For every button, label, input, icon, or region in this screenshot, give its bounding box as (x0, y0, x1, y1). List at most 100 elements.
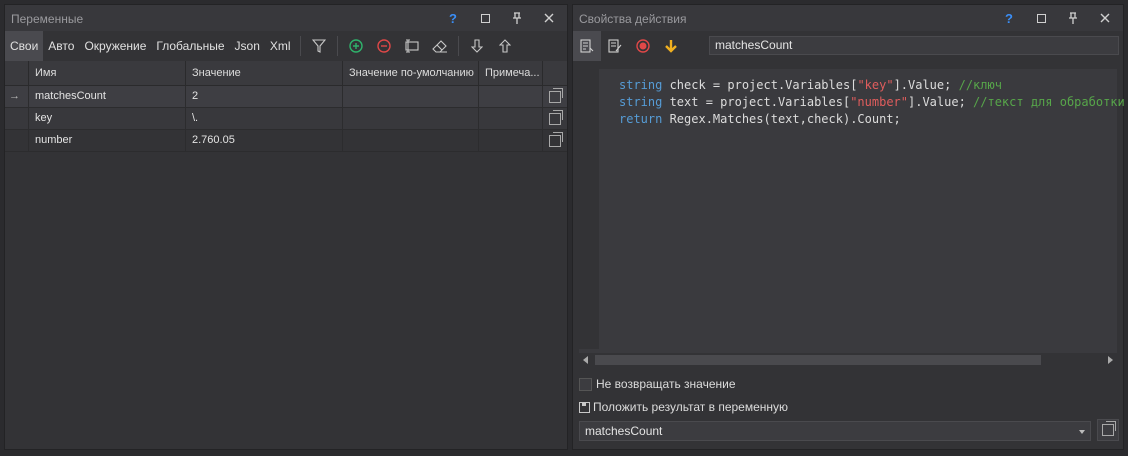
code-token: check = project.Variables[ (662, 78, 858, 92)
document-edit-icon (608, 39, 622, 53)
action-properties-title: Свойства действия (579, 12, 687, 26)
variable-default-cell[interactable] (343, 108, 479, 129)
code-token: //ключ (958, 78, 1002, 92)
row-marker (5, 130, 29, 151)
close-button[interactable] (1089, 5, 1121, 31)
scroll-left-icon[interactable] (583, 356, 588, 364)
code-token: "key" (857, 78, 894, 92)
variable-name-cell[interactable]: number (29, 130, 186, 151)
column-header-default[interactable]: Значение по-умолчанию (343, 61, 479, 85)
arrow-up-icon (498, 39, 511, 53)
scroll-right-icon[interactable] (1108, 356, 1113, 364)
grid-header: Имя Значение Значение по-умолчанию Приме… (5, 61, 567, 86)
code-token: "number" (850, 95, 908, 109)
remove-circle-icon (376, 39, 391, 53)
variables-grid: Имя Значение Значение по-умолчанию Приме… (5, 61, 567, 152)
scrollbar-thumb[interactable] (595, 355, 1041, 365)
rename-icon (404, 39, 419, 53)
code-line[interactable]: string text = project.Variables["number"… (619, 94, 1125, 111)
variable-name-cell[interactable]: matchesCount (29, 86, 186, 107)
tab-global[interactable]: Глобальные (151, 31, 229, 61)
table-row[interactable]: number 2.760.05 (5, 130, 567, 152)
close-button[interactable] (533, 5, 565, 31)
variable-picker-button[interactable] (1097, 419, 1119, 441)
rename-variable-button[interactable] (398, 31, 426, 61)
variable-default-cell[interactable] (343, 86, 479, 107)
breakpoint-button[interactable] (629, 31, 657, 61)
code-token: return (619, 112, 663, 126)
tab-json[interactable]: Json (230, 31, 265, 61)
arrow-down-icon (470, 39, 483, 53)
record-icon (636, 39, 650, 53)
result-variable-select[interactable]: matchesCount (579, 421, 1091, 441)
horizontal-scrollbar[interactable] (579, 353, 1117, 367)
tab-environment[interactable]: Окружение (79, 31, 151, 61)
action-edit-button[interactable] (601, 31, 629, 61)
step-into-button[interactable] (657, 31, 685, 61)
no-return-label: Не возвращать значение (596, 377, 736, 391)
tab-xml[interactable]: Xml (265, 31, 296, 61)
variables-titlebar: Переменные ? (5, 5, 567, 31)
pin-button[interactable] (501, 5, 533, 31)
editor-gutter (579, 69, 599, 349)
remove-variable-button[interactable] (370, 31, 398, 61)
column-header-note[interactable]: Примеча... (479, 61, 543, 85)
no-return-checkbox[interactable] (579, 377, 592, 391)
maximize-button[interactable] (1025, 5, 1057, 31)
variable-value-cell[interactable]: \. (186, 108, 343, 129)
variable-note-cell[interactable] (479, 108, 543, 129)
variable-note-cell[interactable] (479, 130, 543, 151)
variable-default-cell[interactable] (343, 130, 479, 151)
action-toolbar: matchesCount (573, 31, 1123, 61)
variable-note-cell[interactable] (479, 86, 543, 107)
toolbar-divider (457, 36, 459, 56)
variable-value-cell[interactable]: 2.760.05 (186, 130, 343, 151)
pin-icon (1069, 12, 1077, 24)
table-row[interactable]: key \. (5, 108, 567, 130)
row-marker (5, 108, 29, 129)
toolbar-divider (336, 36, 338, 56)
maximize-icon (480, 13, 490, 23)
copy-row-button[interactable] (543, 130, 567, 151)
pin-button[interactable] (1057, 5, 1089, 31)
variable-name-cell[interactable]: key (29, 108, 186, 129)
current-row-marker: → (5, 86, 29, 107)
clear-value-button[interactable] (426, 31, 454, 61)
pin-icon (513, 12, 521, 24)
add-variable-button[interactable] (342, 31, 370, 61)
code-token: ].Value; (893, 78, 959, 92)
maximize-button[interactable] (469, 5, 501, 31)
toolbar-divider (299, 36, 301, 56)
save-icon (579, 401, 590, 413)
tab-own[interactable]: Свои (5, 31, 44, 61)
help-button[interactable]: ? (437, 5, 469, 31)
variable-value-cell[interactable]: 2 (186, 86, 343, 107)
close-icon (544, 13, 554, 23)
chevron-down-icon[interactable] (1079, 430, 1085, 434)
copy-row-button[interactable] (543, 108, 567, 129)
code-editor[interactable]: string check = project.Variables["key"].… (579, 69, 1125, 367)
filter-button[interactable] (305, 31, 333, 61)
move-up-button[interactable] (491, 31, 519, 61)
no-return-option[interactable]: Не возвращать значение (579, 377, 736, 391)
action-name-field[interactable]: matchesCount (709, 36, 1119, 55)
code-line[interactable]: return Regex.Matches(text,check).Count; (619, 111, 1125, 128)
code-token: Regex.Matches(text,check).Count; (662, 112, 901, 126)
result-variable-value: matchesCount (585, 424, 663, 438)
code-text[interactable]: string check = project.Variables["key"].… (619, 77, 1125, 128)
variables-toolbar: Свои Авто Окружение Глобальные Json Xml (5, 31, 567, 61)
code-line[interactable]: string check = project.Variables["key"].… (619, 77, 1125, 94)
column-header-name[interactable]: Имя (29, 61, 186, 85)
column-header-value[interactable]: Значение (186, 61, 343, 85)
copy-row-button[interactable] (543, 86, 567, 107)
tab-auto[interactable]: Авто (43, 31, 79, 61)
eraser-icon (431, 40, 447, 53)
action-settings-tab[interactable] (573, 31, 601, 61)
move-down-button[interactable] (463, 31, 491, 61)
table-row[interactable]: → matchesCount 2 (5, 86, 567, 108)
code-token: string (619, 95, 663, 109)
variables-panel: Переменные ? Свои Авто Окружение Глобаль… (4, 4, 568, 450)
help-button[interactable]: ? (993, 5, 1025, 31)
copy-icon (549, 109, 563, 125)
maximize-icon (1036, 13, 1046, 23)
